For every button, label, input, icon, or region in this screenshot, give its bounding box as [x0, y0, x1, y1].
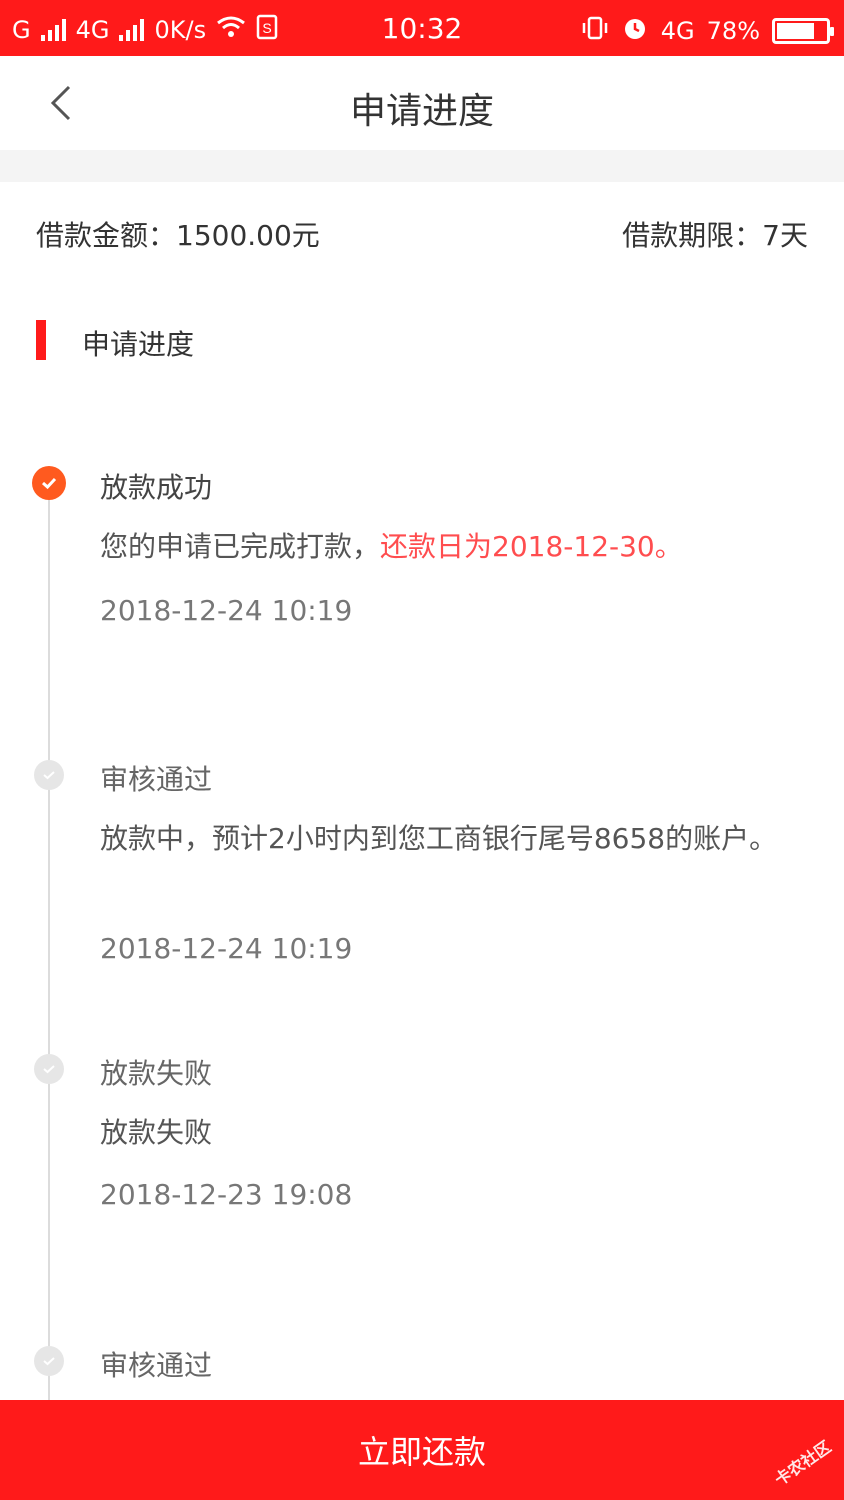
nav-bar: 申请进度 [0, 56, 844, 150]
battery-icon [772, 18, 834, 44]
check-circle-icon [34, 1346, 64, 1376]
vibrate-icon [581, 15, 609, 47]
timeline-time: 2018-12-24 10:19 [100, 594, 353, 627]
loan-amount: 借款金额：1500.00元 [36, 219, 320, 252]
battery-percent: 78% [706, 17, 760, 45]
timeline-desc: 您的申请已完成打款，还款日为2018-12-30。 [100, 524, 790, 570]
section-accent-bar [36, 320, 46, 360]
timeline-title: 审核通过 [100, 763, 213, 796]
check-circle-icon [34, 1054, 64, 1084]
section-title: 申请进度 [82, 328, 195, 361]
check-circle-icon [32, 466, 66, 500]
timeline-desc: 放款失败 [100, 1116, 213, 1149]
timeline-title: 放款成功 [100, 471, 213, 504]
check-circle-icon [34, 760, 64, 790]
page-title: 申请进度 [349, 91, 494, 132]
repay-now-button[interactable]: 立即还款 [0, 1400, 844, 1500]
timeline-desc: 放款中，预计2小时内到您工商银行尾号8658的账户。 [100, 822, 778, 855]
status-bar: G 4G 0K/s S 10:32 4G 78% [0, 0, 844, 56]
timeline-line [48, 484, 50, 1400]
loan-term: 借款期限：7天 [622, 219, 808, 252]
loan-summary: 借款金额：1500.00元 借款期限：7天 [36, 214, 808, 258]
timeline-time: 2018-12-23 19:08 [100, 1178, 353, 1211]
timeline-title: 放款失败 [100, 1057, 213, 1090]
timeline-title: 审核通过 [100, 1349, 213, 1382]
timeline-desc-text: 您的申请已完成打款， [100, 530, 381, 563]
divider [0, 150, 844, 182]
alarm-icon [621, 14, 649, 48]
repayment-date-text: 还款日为2018-12-30。 [380, 530, 683, 563]
network-label-2: 4G [660, 17, 695, 45]
timeline-time: 2018-12-24 10:19 [100, 932, 353, 965]
status-right: 4G 78% [581, 14, 834, 48]
